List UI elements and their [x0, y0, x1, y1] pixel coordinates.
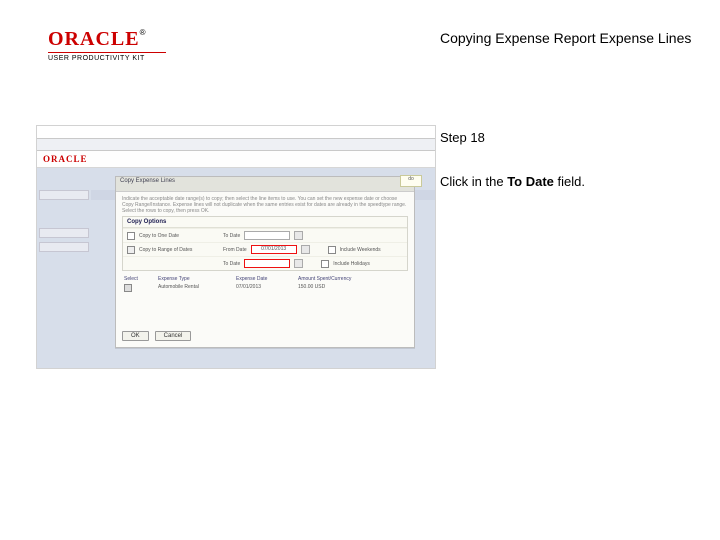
brand-logo: ORACLE® USER PRODUCTIVITY KIT	[48, 28, 166, 62]
calendar-icon[interactable]	[294, 259, 303, 268]
copy-options-section: Copy Options Copy to One Date To Date Co…	[122, 216, 408, 271]
instr-pre: Click in the	[440, 174, 507, 189]
browser-titlebar	[37, 126, 435, 139]
dialog-description: Indicate the acceptable date range(s) to…	[116, 192, 414, 216]
brand-rule	[48, 52, 166, 53]
from-date-label: From Date	[223, 247, 247, 253]
row-type: Automobile Rental	[158, 284, 228, 294]
include-holidays-checkbox[interactable]	[321, 260, 329, 268]
brand-tm: ®	[140, 28, 146, 37]
cancel-button[interactable]: Cancel	[155, 331, 192, 341]
rail-stub	[39, 242, 89, 252]
calendar-icon[interactable]	[294, 231, 303, 240]
ok-button[interactable]: OK	[122, 331, 149, 341]
brand-word: ORACLE	[48, 28, 140, 50]
app-screenshot: ORACLE My Oracle Login | VSPAPPS V.SPDLA…	[36, 125, 436, 369]
col-amount: Amount Spent/Currency	[298, 276, 388, 282]
calendar-icon[interactable]	[301, 245, 310, 254]
step-instruction: Click in the To Date field.	[440, 173, 700, 191]
step-label: Step 18	[440, 130, 700, 145]
rail-stub	[39, 190, 89, 200]
rail-stub	[39, 228, 89, 238]
instruction-panel: Step 18 Click in the To Date field.	[440, 130, 700, 191]
copy-expense-dialog: do Copy Expense Lines Indicate the accep…	[115, 176, 415, 348]
include-holidays-label: Include Holidays	[333, 261, 370, 267]
include-weekends-checkbox[interactable]	[328, 246, 336, 254]
include-weekends-label: Include Weekends	[340, 247, 381, 253]
row-date: 07/01/2013	[236, 284, 290, 294]
dialog-buttons: OK Cancel	[122, 331, 191, 341]
from-date-input[interactable]: 07/01/2013	[251, 245, 297, 254]
option-range-row-from: Copy to Range of Dates From Date 07/01/2…	[123, 242, 407, 256]
row-select-checkbox[interactable]	[124, 284, 132, 292]
section-heading: Copy Options	[123, 217, 407, 228]
option-one-date-row: Copy to One Date To Date	[123, 228, 407, 242]
option-range-row-to: To Date Include Holidays	[123, 256, 407, 270]
range-label: Copy to Range of Dates	[139, 247, 219, 253]
tooltip-bubble: do	[400, 175, 422, 187]
brand-subtitle: USER PRODUCTIVITY KIT	[48, 55, 166, 62]
app-brand: ORACLE	[43, 154, 88, 164]
col-date: Expense Date	[236, 276, 290, 282]
table-row: Automobile Rental 07/01/2013 150.00 USD	[122, 283, 408, 295]
radio-range[interactable]	[127, 246, 135, 254]
col-select: Select	[124, 276, 150, 282]
page-title: Copying Expense Report Expense Lines	[440, 30, 691, 46]
radio-one-date[interactable]	[127, 232, 135, 240]
left-rail	[37, 186, 91, 368]
dialog-title: Copy Expense Lines	[116, 177, 414, 192]
to-date-input[interactable]	[244, 259, 290, 268]
one-date-label: Copy to One Date	[139, 233, 219, 239]
to-date-input-single[interactable]	[244, 231, 290, 240]
to-date-label-1: To Date	[223, 233, 240, 239]
table-header: Select Expense Type Expense Date Amount …	[122, 275, 408, 283]
instr-bold: To Date	[507, 174, 554, 189]
app-brandbar: ORACLE	[37, 151, 435, 168]
instr-post: field.	[554, 174, 585, 189]
to-date-label-2: To Date	[223, 261, 240, 267]
col-type: Expense Type	[158, 276, 228, 282]
browser-tabbar	[37, 139, 435, 151]
expense-lines-table: Select Expense Type Expense Date Amount …	[122, 275, 408, 295]
row-amount: 150.00 USD	[298, 284, 388, 294]
